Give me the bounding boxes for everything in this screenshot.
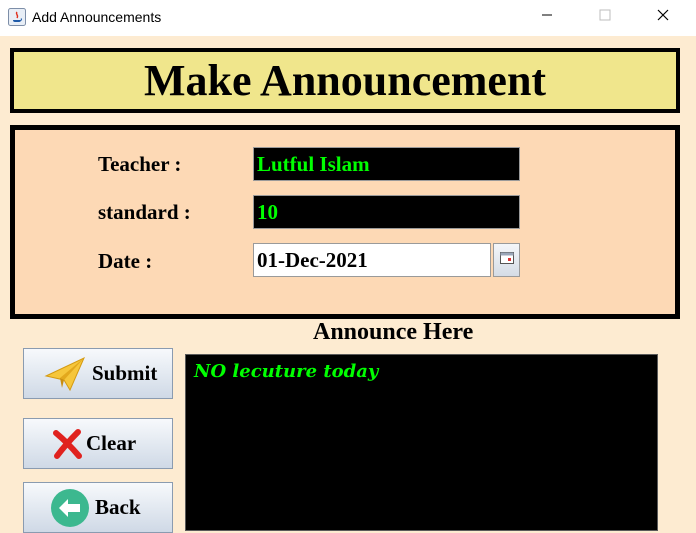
submit-button[interactable]: Submit (23, 348, 173, 399)
clear-label: Clear (86, 431, 137, 455)
back-button[interactable]: Back (23, 482, 173, 533)
announce-title: Announce Here (313, 319, 474, 345)
page-title: Make Announcement (143, 56, 547, 105)
teacher-label: Teacher : (98, 152, 182, 176)
standard-label: standard : (98, 200, 191, 224)
announcement-text: NO lecuture today (194, 361, 379, 382)
minimize-icon (541, 8, 553, 26)
maximize-icon (599, 8, 611, 26)
clear-button[interactable]: Clear (23, 418, 173, 469)
back-label: Back (95, 495, 141, 519)
calendar-icon (499, 251, 514, 269)
title-bar: Add Announcements (0, 0, 696, 36)
date-field[interactable]: 01-Dec-2021 (253, 243, 491, 277)
paper-plane-icon (44, 356, 86, 392)
content-area: Make Announcement Teacher : Lutful Islam… (0, 36, 696, 533)
submit-label: Submit (92, 361, 158, 385)
maximize-button[interactable] (582, 0, 628, 34)
form-panel: Teacher : Lutful Islam standard : 10 Dat… (10, 125, 680, 319)
date-picker-button[interactable] (493, 243, 520, 277)
close-icon (657, 8, 669, 26)
standard-field[interactable]: 10 (253, 195, 520, 229)
date-label: Date : (98, 249, 153, 273)
announcement-textarea[interactable]: NO lecuture today (185, 354, 658, 531)
window-title: Add Announcements (32, 9, 162, 25)
java-icon (8, 8, 26, 26)
red-x-icon (52, 428, 82, 459)
back-arrow-icon (50, 488, 90, 528)
header-panel: Make Announcement (10, 48, 680, 113)
close-button[interactable] (640, 0, 686, 34)
minimize-button[interactable] (524, 0, 570, 34)
teacher-field[interactable]: Lutful Islam (253, 147, 520, 181)
